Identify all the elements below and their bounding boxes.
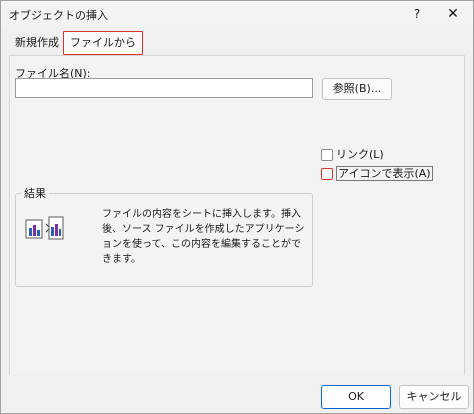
display-as-icon-label: アイコンで表示(A) [336, 166, 433, 181]
browse-button[interactable]: 参照(B)... [322, 78, 392, 100]
link-checkbox-row[interactable]: リンク(L) [321, 148, 384, 162]
insert-file-icon [25, 216, 64, 240]
tab-create-new[interactable]: 新規作成 [9, 33, 65, 53]
tab-from-file[interactable]: ファイルから [63, 31, 143, 55]
result-group-title: 結果 [21, 185, 49, 201]
ok-button[interactable]: OK [321, 385, 391, 409]
window-title: オブジェクトの挿入 [9, 9, 108, 22]
filename-input[interactable] [15, 78, 313, 98]
result-description: ファイルの内容をシートに挿入します。挿入後、ソース ファイルを作成したアプリケー… [102, 209, 305, 265]
display-as-icon-row[interactable]: アイコンで表示(A) [321, 166, 433, 181]
close-button[interactable]: ✕ [441, 4, 465, 24]
link-checkbox[interactable] [321, 149, 333, 161]
insert-object-dialog: オブジェクトの挿入 ? ✕ 新規作成 ファイルから ファイル名(N): 参照(B… [0, 0, 474, 414]
cancel-button[interactable]: キャンセル [399, 385, 469, 409]
link-checkbox-label: リンク(L) [336, 148, 384, 161]
help-button[interactable]: ? [405, 4, 429, 24]
display-as-icon-checkbox[interactable] [321, 168, 333, 180]
title-bar: オブジェクトの挿入 ? ✕ [1, 1, 473, 27]
